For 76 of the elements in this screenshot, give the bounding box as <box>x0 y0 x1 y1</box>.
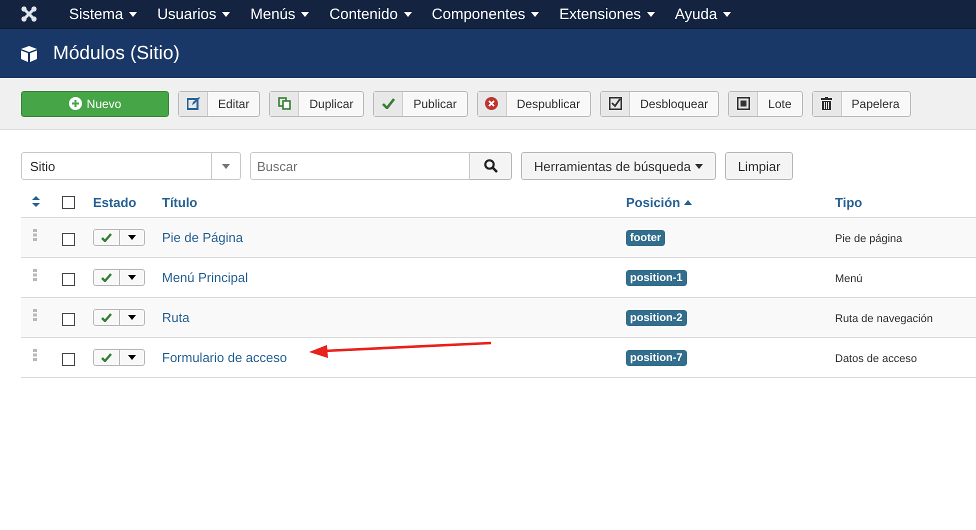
caret-icon <box>531 12 540 16</box>
toolbar-button[interactable]: Publicar <box>373 90 468 116</box>
drag-handle-icon[interactable] <box>33 308 37 320</box>
menu-item[interactable]: Ayuda <box>664 6 742 22</box>
module-type: Datos de acceso <box>835 353 917 365</box>
menu-item[interactable]: Menús <box>240 6 320 22</box>
page-title: Módulos (Sitio) <box>53 42 180 64</box>
toolbar-button[interactable]: Lote <box>728 90 803 116</box>
drag-handle-icon[interactable] <box>33 228 37 240</box>
position-badge: position-1 <box>626 270 687 286</box>
close-circle-icon <box>485 97 498 110</box>
caret-icon <box>128 355 136 360</box>
plus-circle-icon <box>68 97 82 110</box>
clear-button[interactable]: Limpiar <box>724 152 794 180</box>
toolbar-button[interactable]: Duplicar <box>269 90 364 116</box>
status-toggle[interactable] <box>93 229 145 246</box>
trash-icon <box>821 97 832 110</box>
checkbox[interactable] <box>62 353 75 366</box>
menu-item[interactable]: Extensiones <box>549 6 665 22</box>
square-icon <box>736 97 750 110</box>
search-field[interactable]: Buscar <box>250 152 470 180</box>
caret-icon <box>694 164 703 168</box>
module-type: Ruta de navegación <box>835 313 933 325</box>
column-header[interactable]: Posición <box>626 195 692 210</box>
sort-ascending-icon <box>684 200 692 205</box>
status-toggle[interactable] <box>93 309 145 326</box>
check-icon <box>100 313 112 322</box>
status-toggle[interactable] <box>93 349 145 366</box>
caret-icon <box>222 164 230 168</box>
caret-icon <box>222 12 230 16</box>
menu-item[interactable]: Contenido <box>319 6 422 22</box>
module-title-link[interactable]: Ruta <box>162 310 190 325</box>
logo-icon[interactable] <box>21 6 37 22</box>
caret-icon <box>301 12 310 16</box>
checkbox[interactable] <box>62 273 75 286</box>
caret-icon <box>404 12 412 16</box>
checkbox[interactable] <box>62 196 75 209</box>
module-title-link[interactable]: Pie de Página <box>162 230 243 245</box>
caret-icon <box>646 12 655 16</box>
sort-icon[interactable] <box>32 196 40 207</box>
checkbox-icon <box>608 97 622 110</box>
module-title-link[interactable]: Formulario de acceso <box>162 350 287 365</box>
position-badge: position-7 <box>626 350 687 366</box>
edit-icon <box>186 97 200 110</box>
module-type: Pie de página <box>835 233 902 245</box>
toolbar-button[interactable]: Despublicar <box>476 90 592 116</box>
checkbox[interactable] <box>62 233 75 246</box>
toolbar-button[interactable]: Editar <box>178 90 260 116</box>
check-icon <box>382 98 395 109</box>
module-type: Menú <box>835 273 863 285</box>
position-badge: footer <box>626 230 666 246</box>
drag-handle-icon[interactable] <box>33 348 37 360</box>
search-icon <box>484 159 498 173</box>
caret-icon <box>128 235 136 240</box>
check-icon <box>100 273 112 282</box>
module-title-link[interactable]: Menú Principal <box>162 270 248 285</box>
toolbar-button[interactable]: Papelera <box>812 90 911 116</box>
copy-icon <box>278 97 291 110</box>
caret-icon <box>723 12 732 16</box>
menu-item[interactable]: Sistema <box>59 6 148 22</box>
caret-icon <box>128 315 136 320</box>
check-icon <box>100 233 112 242</box>
checkbox[interactable] <box>62 313 75 326</box>
client-select[interactable]: Sitio <box>21 152 241 180</box>
check-icon <box>100 353 112 362</box>
cube-icon <box>21 46 37 62</box>
caret-icon <box>129 12 138 16</box>
drag-handle-icon[interactable] <box>33 268 37 280</box>
toolbar-button[interactable]: Desbloquear <box>600 90 720 116</box>
search-button[interactable] <box>470 152 512 180</box>
caret-icon <box>128 275 136 280</box>
position-badge: position-2 <box>626 310 687 326</box>
status-toggle[interactable] <box>93 269 145 286</box>
menu-item[interactable]: Usuarios <box>147 6 240 22</box>
menu-item[interactable]: Componentes <box>422 6 550 22</box>
search-tools-button[interactable]: Herramientas de búsqueda <box>521 152 716 180</box>
